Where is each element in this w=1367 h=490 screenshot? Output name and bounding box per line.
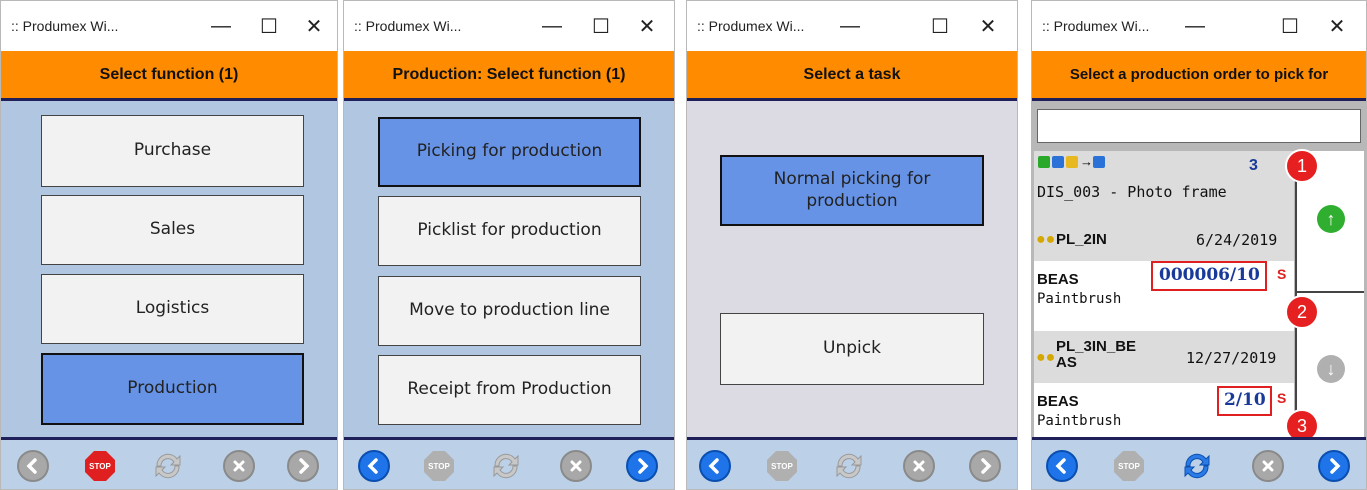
refresh-icon[interactable] [149, 448, 187, 484]
line-type: BEAS [1037, 393, 1079, 410]
picking-for-production-button[interactable]: Picking for production [378, 117, 641, 187]
stop-icon[interactable]: STOP [767, 451, 797, 481]
footer-toolbar: STOP [1032, 437, 1366, 489]
scroll-up-icon[interactable]: ↑ [1317, 205, 1345, 233]
logistics-button[interactable]: Logistics [41, 274, 304, 344]
close-button[interactable]: ✕ [973, 11, 1003, 41]
title-bar: :: Produmex Wi... — ☐ ✕ [687, 1, 1017, 51]
screen-header: Select function (1) [1, 51, 337, 101]
line-date: 6/24/2019 [1196, 231, 1278, 249]
content-area: Purchase Sales Logistics Production [1, 101, 337, 437]
footer-toolbar: STOP [687, 437, 1017, 489]
stop-icon[interactable]: STOP [85, 451, 115, 481]
window-select-task: :: Produmex Wi... — ☐ ✕ Select a task No… [686, 0, 1018, 490]
minimize-button[interactable]: — [537, 11, 567, 41]
green-cube-icon [1038, 155, 1050, 168]
picklist-for-production-button[interactable]: Picklist for production [378, 196, 641, 266]
route-icons: → [1038, 153, 1107, 171]
purchase-button[interactable]: Purchase [41, 115, 304, 187]
blue-cube-icon [1052, 155, 1064, 168]
title-bar: :: Produmex Wi... — ☐ ✕ [1032, 1, 1366, 51]
unpick-button[interactable]: Unpick [720, 313, 984, 385]
window-select-function: :: Produmex Wi... — ☐ ✕ Select function … [0, 0, 338, 490]
close-button[interactable]: ✕ [1322, 11, 1352, 41]
order-count: 3 [1249, 157, 1258, 174]
production-order-list: → 3 DIS_003 - Photo frame ●● PL_2IN 6/24… [1034, 151, 1294, 441]
order-item: DIS_003 - Photo frame [1037, 183, 1227, 201]
back-arrow-icon[interactable] [17, 450, 49, 482]
minimize-button[interactable]: — [835, 11, 865, 41]
line-desc: Paintbrush [1037, 291, 1122, 307]
footer-toolbar: STOP [1, 437, 337, 489]
close-button[interactable]: ✕ [299, 11, 329, 41]
stacked-cubes-icon [1093, 155, 1105, 168]
line-quantity: 000006/10 [1159, 265, 1260, 285]
close-button[interactable]: ✕ [632, 11, 662, 41]
refresh-icon[interactable] [487, 448, 525, 484]
line-flag: S [1277, 266, 1287, 282]
window-title: :: Produmex Wi... [354, 18, 462, 34]
window-production-select-function: :: Produmex Wi... — ☐ ✕ Production: Sele… [343, 0, 675, 490]
stop-icon[interactable]: STOP [1114, 451, 1144, 481]
yellow-cube-icon [1066, 155, 1078, 168]
refresh-icon[interactable] [1178, 448, 1216, 484]
title-bar: :: Produmex Wi... — ☐ ✕ [344, 1, 674, 51]
line-code: PL_3IN_BE AS [1056, 338, 1137, 371]
screen-header: Production: Select function (1) [344, 51, 674, 101]
minimize-button[interactable]: — [1180, 11, 1210, 41]
arrow-right-icon: → [1080, 154, 1093, 169]
window-title: :: Produmex Wi... [11, 18, 119, 34]
screen-header: Select a production order to pick for [1032, 51, 1366, 101]
cancel-icon[interactable] [560, 450, 592, 482]
step-badge: 1 [1285, 149, 1319, 183]
order-header-row[interactable]: ●● PL_3IN_BE AS 12/27/2019 [1034, 331, 1294, 383]
maximize-button[interactable]: ☐ [1275, 11, 1305, 41]
cancel-icon[interactable] [223, 450, 255, 482]
cancel-icon[interactable] [903, 450, 935, 482]
line-flag: S [1277, 390, 1287, 406]
maximize-button[interactable]: ☐ [254, 11, 284, 41]
receipt-from-production-button[interactable]: Receipt from Production [378, 355, 641, 425]
line-date: 12/27/2019 [1186, 349, 1277, 367]
order-line-row[interactable]: BEAS Paintbrush 2/10 S [1034, 383, 1294, 441]
line-icon: ●● [1036, 231, 1056, 248]
content-area: Normal picking for production Unpick [687, 101, 1017, 437]
scroll-down-icon[interactable]: ↓ [1317, 355, 1345, 383]
back-arrow-icon[interactable] [1046, 450, 1078, 482]
forward-arrow-icon[interactable] [969, 450, 1001, 482]
stop-icon[interactable]: STOP [424, 451, 454, 481]
forward-arrow-icon[interactable] [626, 450, 658, 482]
title-bar: :: Produmex Wi... — ☐ ✕ [1, 1, 337, 51]
forward-arrow-icon[interactable] [287, 450, 319, 482]
refresh-icon[interactable] [830, 448, 868, 484]
window-title: :: Produmex Wi... [1042, 18, 1150, 34]
order-header-row[interactable]: → 3 DIS_003 - Photo frame ●● PL_2IN 6/24… [1034, 151, 1294, 261]
window-title: :: Produmex Wi... [697, 18, 805, 34]
cancel-icon[interactable] [1252, 450, 1284, 482]
screen-header: Select a task [687, 51, 1017, 101]
normal-picking-button[interactable]: Normal picking for production [720, 155, 984, 226]
back-arrow-icon[interactable] [358, 450, 390, 482]
footer-toolbar: STOP [344, 437, 674, 489]
line-desc: Paintbrush [1037, 413, 1122, 429]
window-select-production-order: :: Produmex Wi... — ☐ ✕ Select a product… [1031, 0, 1367, 490]
line-icon: ●● [1036, 349, 1056, 366]
content-area: Picking for production Picklist for prod… [344, 101, 674, 437]
forward-arrow-icon[interactable] [1318, 450, 1350, 482]
line-code: PL_2IN [1056, 231, 1107, 248]
sales-button[interactable]: Sales [41, 195, 304, 265]
minimize-button[interactable]: — [206, 11, 236, 41]
back-arrow-icon[interactable] [699, 450, 731, 482]
production-button[interactable]: Production [41, 353, 304, 425]
line-type: BEAS [1037, 271, 1079, 288]
line-quantity: 2/10 [1224, 390, 1266, 410]
maximize-button[interactable]: ☐ [925, 11, 955, 41]
search-input[interactable] [1037, 109, 1361, 143]
maximize-button[interactable]: ☐ [586, 11, 616, 41]
move-to-production-line-button[interactable]: Move to production line [378, 276, 641, 346]
order-line-row[interactable]: BEAS Paintbrush 000006/10 S [1034, 261, 1294, 331]
step-badge: 2 [1285, 295, 1319, 329]
